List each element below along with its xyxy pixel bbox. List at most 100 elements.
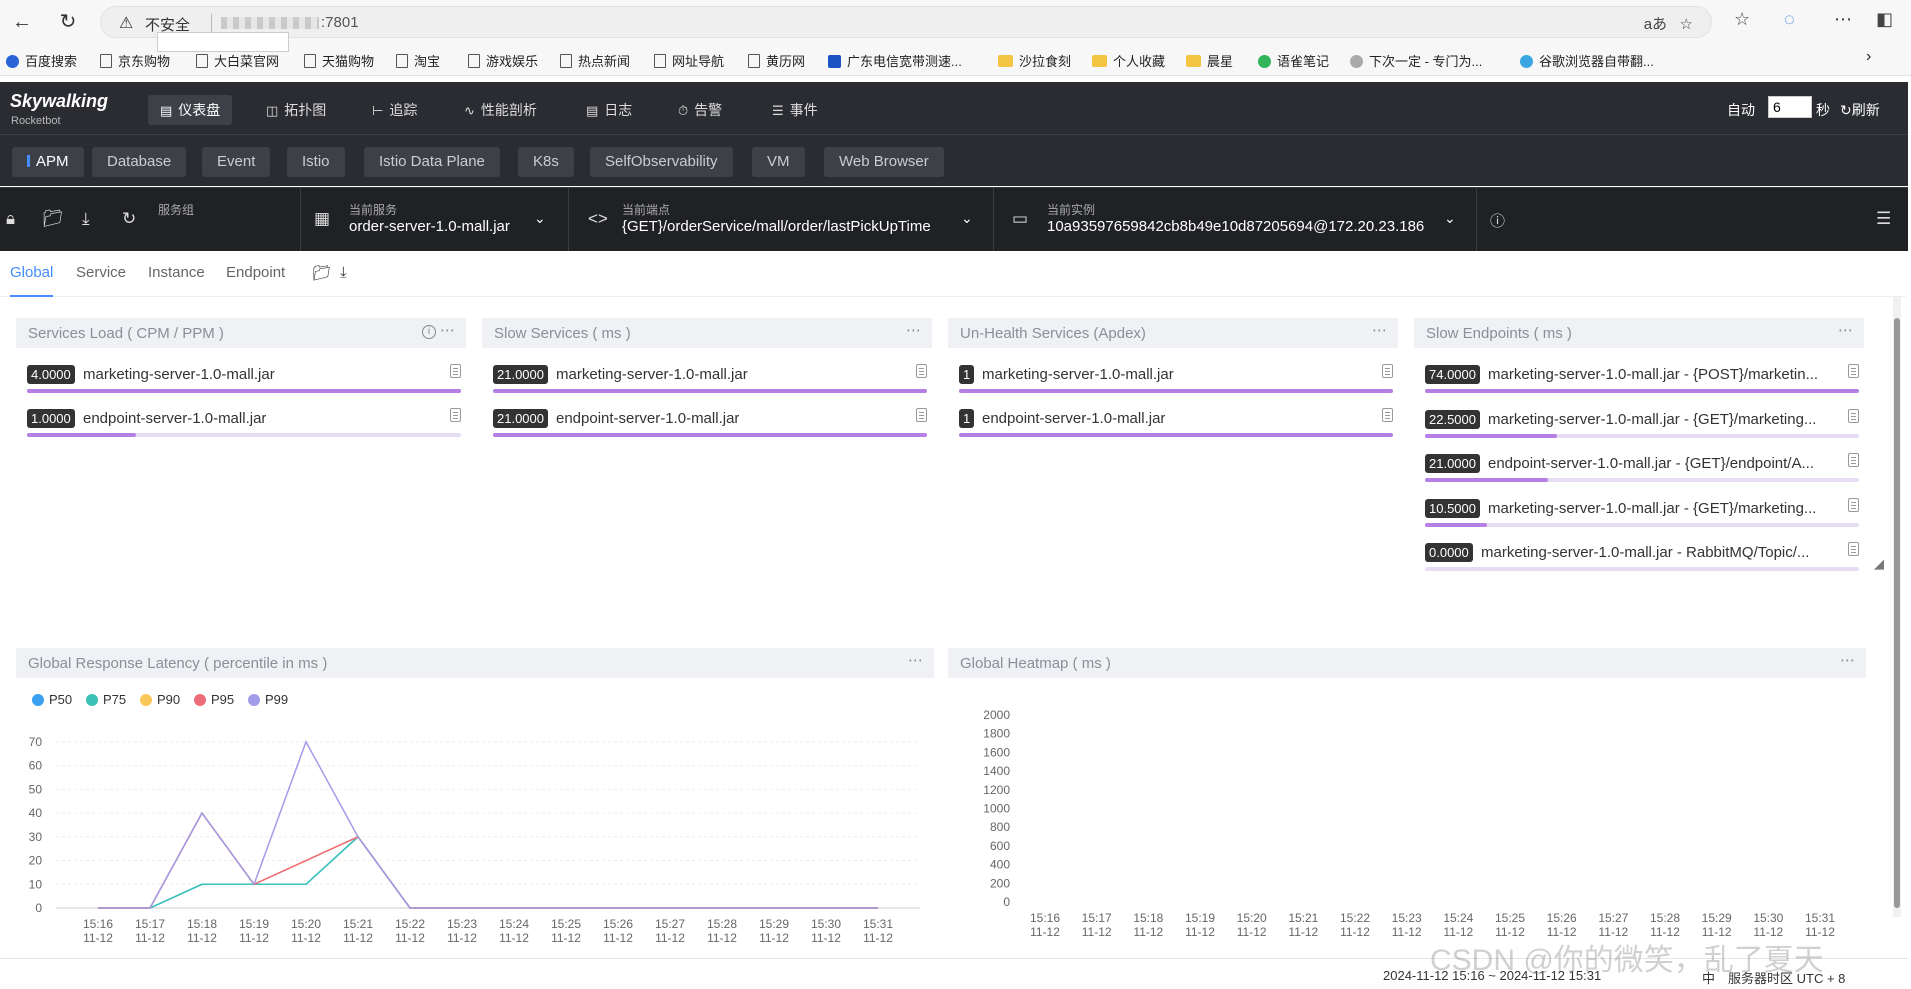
current-instance-value[interactable]: 10a93597659842cb8b49e10d87205694@172.20.…: [1047, 218, 1424, 235]
favorites-icon[interactable]: ☆: [1734, 9, 1750, 30]
more-icon[interactable]: ⋯: [906, 321, 922, 339]
more-icon[interactable]: ⋯: [1372, 321, 1388, 339]
clipboard-icon[interactable]: [450, 364, 461, 378]
nav-log[interactable]: ▤ 日志: [574, 95, 644, 125]
clipboard-icon[interactable]: [1848, 542, 1859, 556]
service-group-input[interactable]: [157, 32, 289, 52]
layer-tab-istio[interactable]: Istio: [287, 147, 345, 177]
clipboard-icon[interactable]: [916, 408, 927, 422]
more-icon[interactable]: ⋯: [908, 651, 924, 669]
edge-icon[interactable]: ◌: [1784, 9, 1795, 30]
sidebar-icon[interactable]: ◧: [1876, 9, 1893, 30]
bookmark-item[interactable]: 游戏娱乐: [468, 51, 538, 70]
sync-icon[interactable]: ↻: [122, 209, 136, 229]
list-item[interactable]: 10.5000 marketing-server-1.0-mall.jar - {…: [1425, 492, 1859, 528]
legend-item[interactable]: P90: [140, 692, 180, 707]
star-icon[interactable]: ☆: [1680, 16, 1693, 33]
more-icon[interactable]: ⋯: [1840, 651, 1856, 669]
layer-tab-database[interactable]: Database: [92, 147, 187, 177]
bookmark-item[interactable]: 语雀笔记: [1258, 51, 1329, 70]
nav-event[interactable]: ☰ 事件: [760, 95, 830, 125]
legend-item[interactable]: P75: [86, 692, 126, 707]
tab-endpoint[interactable]: Endpoint: [226, 264, 285, 281]
bookmark-item[interactable]: 大白菜官网: [196, 51, 279, 70]
nav-alarm[interactable]: ⏱ 告警: [666, 95, 734, 125]
bookmark-item[interactable]: 谷歌浏览器自带翻...: [1520, 51, 1654, 70]
reader-mode-icon[interactable]: aあ: [1644, 16, 1667, 33]
layer-tab-istio-data-plane[interactable]: Istio Data Plane: [364, 147, 500, 177]
layer-tab-vm[interactable]: VM: [752, 147, 805, 177]
bookmark-item[interactable]: 百度搜索: [6, 51, 77, 70]
layer-tab-apm[interactable]: APM: [12, 147, 84, 177]
list-item[interactable]: 21.0000 endpoint-server-1.0-mall.jar: [493, 402, 927, 438]
more-icon[interactable]: ⋯: [1834, 9, 1852, 30]
refresh-button[interactable]: ↻刷新: [1840, 100, 1880, 120]
nav-dashboard[interactable]: ▤ 仪表盘: [148, 95, 233, 125]
list-item[interactable]: 1 endpoint-server-1.0-mall.jar: [959, 402, 1393, 438]
list-item[interactable]: 22.5000 marketing-server-1.0-mall.jar - {…: [1425, 403, 1859, 439]
clipboard-icon[interactable]: [1382, 408, 1393, 422]
clipboard-icon[interactable]: [1382, 364, 1393, 378]
bookmark-item[interactable]: 热点新闻: [560, 51, 630, 70]
info-icon[interactable]: i: [422, 325, 436, 339]
clipboard-icon[interactable]: [916, 364, 927, 378]
chevron-down-icon[interactable]: ⌄: [961, 210, 973, 227]
auto-refresh-input[interactable]: [1768, 96, 1812, 118]
nav-topology[interactable]: ◫ 拓扑图: [254, 95, 338, 125]
clipboard-icon[interactable]: [1848, 497, 1859, 512]
clipboard-icon[interactable]: [1848, 408, 1859, 423]
info-icon[interactable]: ⓘ: [1490, 210, 1505, 231]
folder-icon[interactable]: 📁︎: [312, 264, 331, 282]
collapse-icon[interactable]: ☰: [1876, 209, 1891, 229]
chevron-down-icon[interactable]: ⌄: [534, 210, 546, 227]
legend-item[interactable]: P95: [194, 692, 234, 707]
legend-item[interactable]: P99: [248, 692, 288, 707]
nav-trace[interactable]: ⊢ 追踪: [360, 95, 429, 125]
list-item[interactable]: 21.0000 marketing-server-1.0-mall.jar: [493, 358, 927, 394]
layer-tab-event[interactable]: Event: [202, 147, 271, 177]
current-service-value[interactable]: order-server-1.0-mall.jar: [349, 218, 510, 235]
layer-tab-k8s[interactable]: K8s: [518, 147, 574, 177]
nav-profile[interactable]: ∿ 性能剖析: [452, 95, 549, 125]
reload-icon[interactable]: ↻: [54, 8, 82, 36]
current-endpoint-value[interactable]: {GET}/orderService/mall/order/lastPickUp…: [622, 218, 931, 235]
layer-tab-selfobservability[interactable]: SelfObservability: [590, 147, 733, 177]
list-item[interactable]: 1 marketing-server-1.0-mall.jar: [959, 358, 1393, 394]
scrollbar-thumb[interactable]: [1894, 318, 1900, 908]
bookmark-item[interactable]: 淘宝: [396, 51, 440, 70]
address-bar[interactable]: ⚠ 不安全 :7801 aあ ☆: [100, 6, 1712, 38]
bookmark-item[interactable]: 广东电信宽带测速...: [828, 51, 962, 70]
clipboard-icon[interactable]: [1848, 453, 1859, 467]
tab-global[interactable]: Global: [10, 264, 54, 297]
list-item[interactable]: 1.0000 endpoint-server-1.0-mall.jar: [27, 402, 461, 438]
lock-icon[interactable]: 🔒︎: [6, 209, 15, 229]
clipboard-icon[interactable]: [450, 408, 461, 422]
bookmark-item[interactable]: 下次一定 - 专门为...: [1350, 51, 1482, 70]
bookmark-folder[interactable]: 晨星: [1186, 51, 1233, 70]
bookmark-item[interactable]: 黄历网: [748, 51, 805, 70]
download-icon[interactable]: ⤓: [82, 209, 90, 229]
chevron-down-icon[interactable]: ⌄: [1444, 210, 1456, 227]
bookmark-item[interactable]: 天猫购物: [304, 51, 374, 70]
list-item[interactable]: 74.0000 marketing-server-1.0-mall.jar - {…: [1425, 358, 1859, 394]
chevron-right-icon[interactable]: ›: [1866, 48, 1871, 66]
clipboard-icon[interactable]: [1848, 364, 1859, 378]
legend-item[interactable]: P50: [32, 692, 72, 707]
layer-tab-web-browser[interactable]: Web Browser: [824, 147, 944, 177]
bookmark-item[interactable]: 京东购物: [100, 51, 170, 70]
download-icon[interactable]: ⤓: [340, 264, 347, 281]
list-item[interactable]: 4.0000 marketing-server-1.0-mall.jar: [27, 358, 461, 394]
tab-service[interactable]: Service: [76, 264, 126, 281]
bookmark-folder[interactable]: 沙拉食刻: [998, 51, 1071, 70]
tab-instance[interactable]: Instance: [148, 264, 205, 281]
address-icons[interactable]: aあ ☆: [1644, 13, 1693, 34]
more-icon[interactable]: ⋯: [1838, 321, 1854, 339]
folder-icon[interactable]: 📁︎: [42, 209, 64, 229]
list-item[interactable]: 21.0000 endpoint-server-1.0-mall.jar - {G…: [1425, 447, 1859, 483]
bookmark-folder[interactable]: 个人收藏: [1092, 51, 1165, 70]
more-icon[interactable]: ⋯: [440, 321, 456, 339]
list-item[interactable]: 0.0000 marketing-server-1.0-mall.jar - Ra…: [1425, 536, 1859, 572]
bookmark-item[interactable]: 网址导航: [654, 51, 724, 70]
arrow-left-icon[interactable]: ←: [8, 8, 36, 36]
resize-icon[interactable]: ◢: [1874, 556, 1884, 572]
